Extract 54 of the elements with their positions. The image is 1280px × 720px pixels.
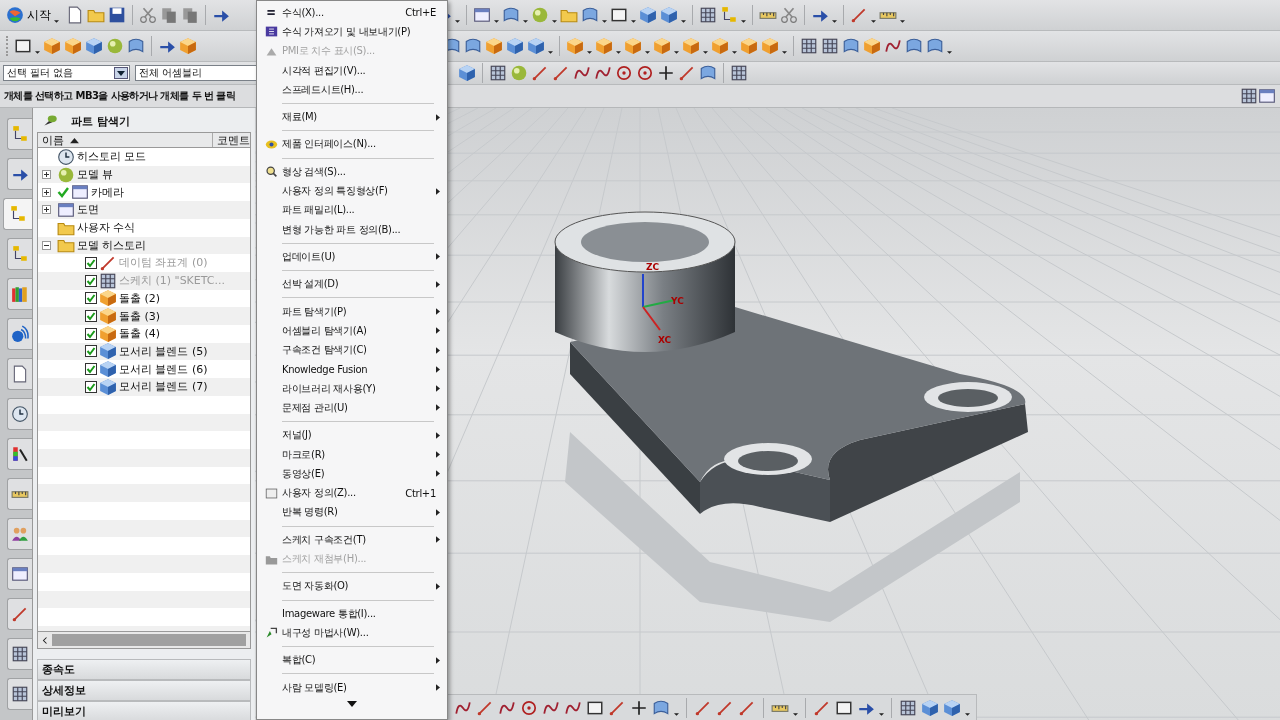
scope-dropdown[interactable]: 전체 어셈블리 bbox=[135, 65, 257, 81]
menu-item[interactable]: 파트 탐색기(P) bbox=[260, 301, 444, 322]
start-button[interactable]: 시작 bbox=[6, 6, 63, 24]
menu-item[interactable]: 동영상(E) bbox=[260, 464, 444, 484]
menu-item[interactable]: Imageware 통합(I)... bbox=[260, 604, 444, 624]
menu-item[interactable]: 형상 검색(S)... bbox=[260, 162, 444, 182]
menu-item[interactable]: 사용자 정의 특징형상(F) bbox=[260, 181, 444, 201]
menu-item[interactable]: 파트 패밀리(L)... bbox=[260, 200, 444, 220]
tree-item[interactable]: 사용자 수식 bbox=[77, 220, 136, 236]
tree-item[interactable]: 돌출 (2) bbox=[119, 290, 161, 306]
tree-item[interactable]: 모서리 블렌드 (7) bbox=[119, 379, 208, 395]
menu-item[interactable]: 시각적 편집기(V)... bbox=[260, 60, 444, 81]
menu-item[interactable]: 스프레드시트(H)... bbox=[260, 80, 444, 100]
menu-item[interactable]: 마크로(R) bbox=[260, 444, 444, 465]
tree-item[interactable]: 히스토리 모드 bbox=[77, 149, 147, 165]
axis-label: YC bbox=[671, 296, 684, 306]
menu-item[interactable]: 라이브러리 재사용(Y) bbox=[260, 379, 444, 399]
menu-item[interactable]: 스케치 구속조건(T) bbox=[260, 530, 444, 550]
tree-item[interactable]: 돌출 (4) bbox=[119, 326, 161, 342]
cue-line: 개체를 선택하고 MB3을 사용하거나 개체를 두 번 클릭 bbox=[4, 89, 235, 103]
menu-item[interactable]: 수식(X)... Ctrl+E bbox=[260, 3, 444, 23]
menu-item[interactable]: 재료(M) bbox=[260, 107, 444, 127]
menu-item[interactable]: 선박 설계(D) bbox=[260, 274, 444, 294]
column-header[interactable]: 이름 bbox=[38, 133, 213, 147]
menu-item[interactable]: 사람 모델링(E) bbox=[260, 677, 444, 698]
menu-item[interactable]: 반복 명령(R) bbox=[260, 502, 444, 523]
tree-item[interactable]: 돌출 (3) bbox=[119, 308, 161, 324]
menu-item[interactable]: 복합(C) bbox=[260, 650, 444, 670]
tree-item[interactable]: 모델 뷰 bbox=[77, 167, 114, 183]
menu-item[interactable]: 도면 자동화(O) bbox=[260, 576, 444, 596]
menu-item[interactable]: 문제점 관리(U) bbox=[260, 398, 444, 418]
tree-item[interactable]: 모서리 블렌드 (6) bbox=[119, 361, 208, 377]
menu-item[interactable]: 저널(J) bbox=[260, 425, 444, 445]
menu-item[interactable]: 제품 인터페이스(N)... bbox=[260, 134, 444, 155]
column-header[interactable]: 코멘트 bbox=[213, 133, 250, 147]
tree-item[interactable]: 모델 히스토리 bbox=[77, 237, 147, 253]
menu-item[interactable]: 사용자 정의(Z)... Ctrl+1 bbox=[260, 483, 444, 503]
menu-item[interactable]: 수식 가져오기 및 내보내기(P) bbox=[260, 22, 444, 42]
panel-header[interactable]: 종속도 bbox=[37, 659, 251, 680]
panel-title: 파트 탐색기 bbox=[71, 113, 130, 129]
menu-item[interactable]: 어셈블리 탐색기(A) bbox=[260, 321, 444, 341]
tree-item[interactable]: 모서리 블렌드 (5) bbox=[119, 343, 208, 359]
selection-filter-dropdown[interactable]: 선택 필터 없음 bbox=[3, 65, 130, 81]
tree-item[interactable]: 도면 bbox=[77, 202, 99, 218]
axis-label: XC bbox=[658, 335, 672, 345]
menu-item[interactable]: 구속조건 탐색기(C) bbox=[260, 340, 444, 360]
panel-header[interactable]: 미리보기 bbox=[37, 701, 251, 720]
axis-label: ZC bbox=[646, 262, 660, 272]
tree-item[interactable]: 카메라 bbox=[91, 184, 124, 200]
panel-header[interactable]: 상세정보 bbox=[37, 680, 251, 701]
menu-item[interactable]: 변형 가능한 파트 정의(B)... bbox=[260, 219, 444, 240]
menu-item[interactable]: 업데이트(U) bbox=[260, 247, 444, 267]
menu-item[interactable]: 내구성 마법사(W)... bbox=[260, 623, 444, 643]
menu-item[interactable]: Knowledge Fusion bbox=[260, 359, 444, 380]
